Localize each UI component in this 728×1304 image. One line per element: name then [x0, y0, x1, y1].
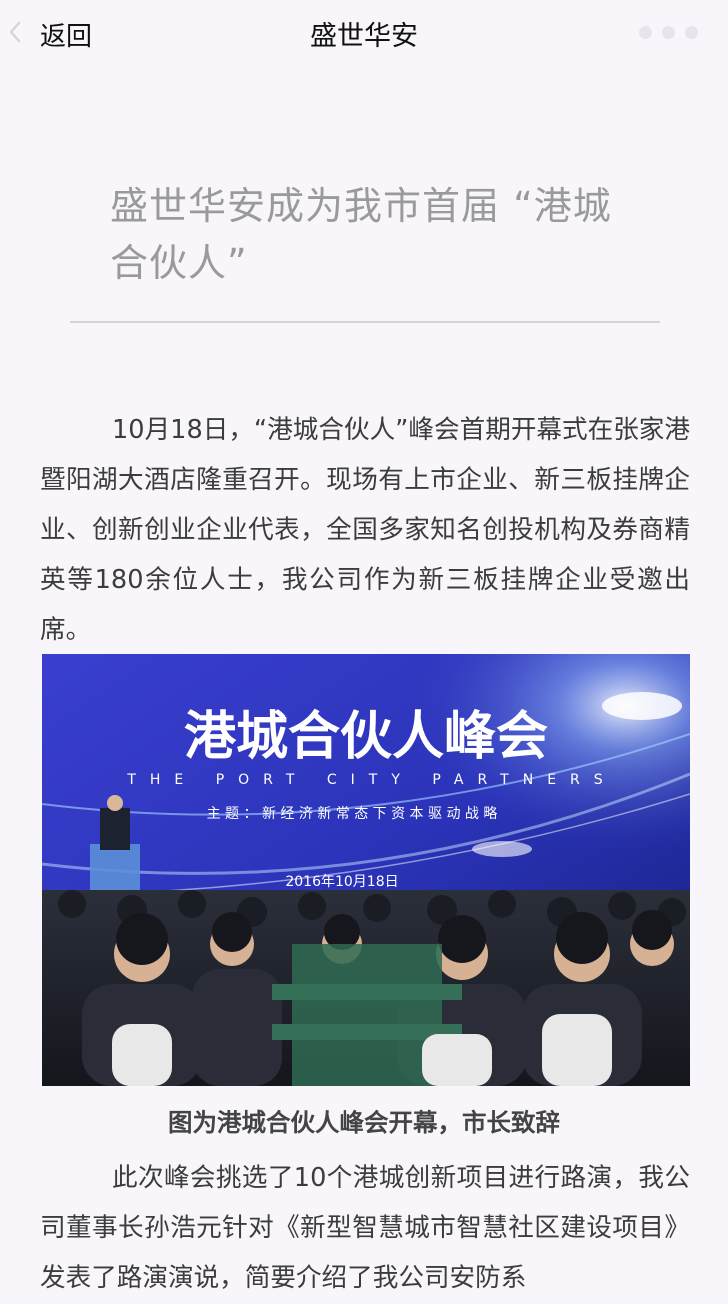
more-dot-icon: [639, 26, 652, 39]
banner-theme: 主 题 ： 新 经 济 新 常 态 下 资 本 驱 动 战 略: [207, 806, 498, 822]
summit-photo-illustration: 港城合伙人峰会 THE PORT CITY PARTNERS 主 题 ： 新 经…: [42, 654, 690, 1086]
banner-date: 2016年10月18日: [285, 874, 398, 890]
title-divider: [70, 321, 660, 323]
banner-title: 港城合伙人峰会: [184, 706, 548, 767]
page-title: 盛世华安: [310, 21, 418, 52]
banner-subtitle: THE PORT CITY PARTNERS: [126, 772, 616, 788]
photo-caption: 图为港城合伙人峰会开幕，市长致辞: [168, 1108, 560, 1137]
navigation-bar: 返回 盛世华安: [0, 0, 728, 64]
more-options-button[interactable]: [639, 26, 698, 39]
more-dot-icon: [662, 26, 675, 39]
more-dot-icon: [685, 26, 698, 39]
article-paragraph-2: 此次峰会挑选了10个港城创新项目进行路演，我公司董事长孙浩元针对《新型智慧城市智…: [40, 1163, 690, 1293]
article-title: 盛世华安成为我市首届 “港城合伙人”: [110, 184, 612, 285]
article-paragraph-1: 10月18日，“港城合伙人”峰会首期开幕式在张家港暨阳湖大酒店隆重召开。现场有上…: [40, 415, 690, 645]
article-photo[interactable]: 港城合伙人峰会 THE PORT CITY PARTNERS 主 题 ： 新 经…: [42, 654, 690, 1086]
